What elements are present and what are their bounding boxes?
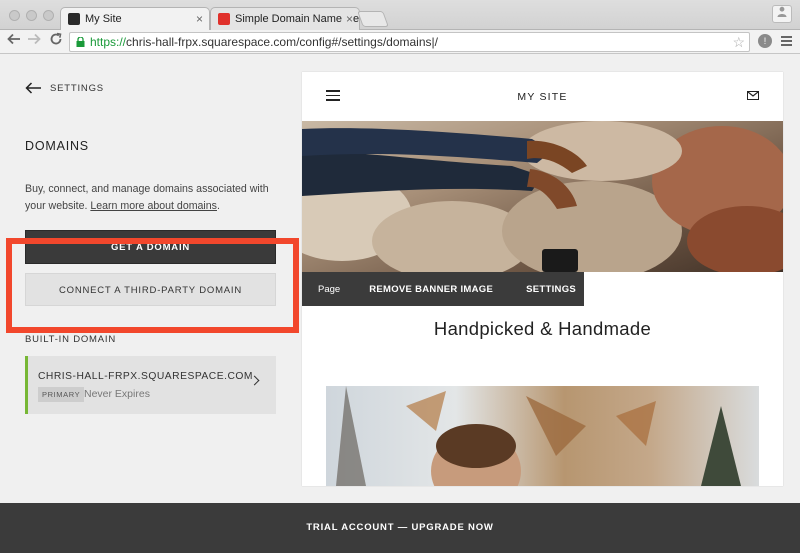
banner-settings-button[interactable]: SETTINGS [526,284,576,295]
profile-icon[interactable] [772,5,792,23]
browser-forward-button[interactable] [27,32,41,51]
domains-settings-panel: SETTINGS DOMAINS Buy, connect, and manag… [0,55,300,503]
annotation-highlight-box [6,238,299,333]
bookmark-star-icon[interactable]: ☆ [732,33,745,51]
domains-description: Buy, connect, and manage domains associa… [25,181,280,215]
lock-icon [76,37,85,47]
description-period: . [216,200,220,212]
remove-banner-image-button[interactable]: REMOVE BANNER IMAGE [369,284,493,295]
back-arrow-icon [25,82,41,94]
trial-account-bar[interactable]: TRIAL ACCOUNT — UPGRADE NOW [0,503,800,553]
new-tab-button[interactable] [357,11,389,27]
address-bar[interactable]: https://chris-hall-frpx.squarespace.com/… [69,32,750,52]
domain-expiry: Never Expires [84,388,150,400]
registrar-favicon-icon [218,13,230,25]
extension-icon[interactable]: ! [758,34,772,48]
page-heading: Handpicked & Handmade [433,318,652,339]
learn-more-link[interactable]: Learn more about domains [90,200,217,212]
browser-back-button[interactable] [7,32,21,51]
window-zoom-button[interactable] [43,10,54,21]
browser-reload-button[interactable] [49,32,63,51]
window-close-button[interactable] [9,10,20,21]
squarespace-favicon-icon [68,13,80,25]
window-minimize-button[interactable] [26,10,37,21]
upgrade-now-link[interactable]: TRIAL ACCOUNT — UPGRADE NOW [0,522,800,533]
builtin-domain-label: BUILT-IN DOMAIN [25,334,116,345]
banner-image [302,121,783,272]
browser-toolbar: https://chris-hall-frpx.squarespace.com/… [0,30,800,54]
site-title: MY SITE [517,91,568,103]
domain-name: CHRIS-HALL-FRPX.SQUARESPACE.COM [38,371,253,382]
url-scheme: https:// [90,35,127,49]
browser-menu-icon[interactable] [781,36,792,48]
primary-badge: PRIMARY [38,387,85,402]
back-to-settings-link[interactable]: SETTINGS [25,82,104,94]
mail-icon[interactable] [747,91,759,100]
browser-tabstrip: My Site × Simple Domain Name Regi × [0,0,800,30]
tab-title: Simple Domain Name Regi [235,13,360,25]
page-title: DOMAINS [25,139,89,153]
tab-close-icon[interactable]: × [196,8,203,30]
chevron-right-icon [249,375,260,386]
back-label: SETTINGS [50,82,104,94]
site-preview: MY SITE Page REMOVE BANNER IMAGE SETTING… [302,72,783,486]
tab-close-icon[interactable]: × [342,8,353,30]
page-button[interactable]: Page [318,284,340,295]
url-text: chris-hall-frpx.squarespace.com/config#/… [126,35,438,49]
banner-edit-toolbar: Page REMOVE BANNER IMAGE SETTINGS [302,272,584,306]
tab-my-site[interactable]: My Site × [60,7,210,30]
builtin-domain-card[interactable]: CHRIS-HALL-FRPX.SQUARESPACE.COM PRIMARY … [25,356,276,414]
tab-domain-registration[interactable]: Simple Domain Name Regi × [210,7,360,30]
content-image [326,386,759,486]
tab-title: My Site [85,13,122,25]
